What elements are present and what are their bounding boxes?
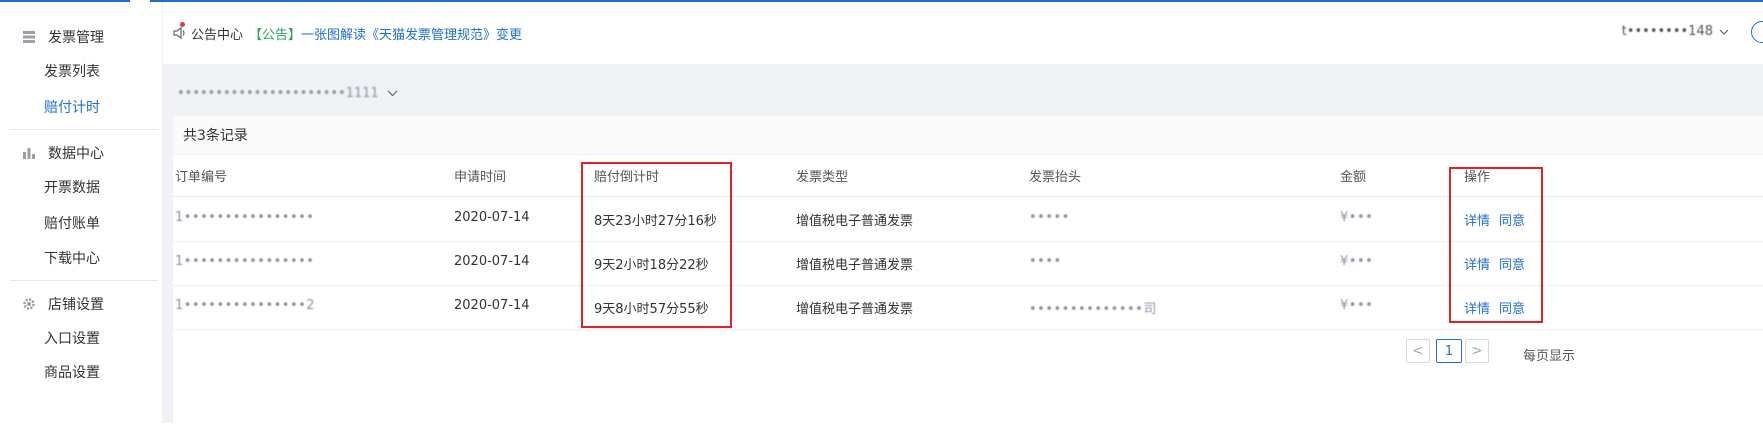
help-icon[interactable] <box>1751 21 1763 43</box>
sidebar-group-data-center[interactable]: 数据中心 <box>20 143 104 163</box>
sidebar-divider <box>10 280 158 281</box>
main-content: 公告中心 【公告】 一张图解读《天猫发票管理规范》变更 t••••••••148… <box>163 2 1763 436</box>
chevron-down-icon <box>387 86 398 101</box>
gear-icon <box>20 295 38 313</box>
sidebar-item-product-settings[interactable]: 商品设置 <box>44 363 100 383</box>
invoice-type: 增值税电子普通发票 <box>796 302 914 317</box>
chevron-left-icon: < <box>1412 343 1424 359</box>
invoice-title: ••••••••••••••司 <box>1029 302 1157 317</box>
per-page-label: 每页显示 <box>1523 349 1576 364</box>
col-invoice-title: 发票抬头 <box>1029 170 1082 185</box>
shop-selector[interactable]: ••••••••••••••••••••••1111 <box>177 82 398 104</box>
sidebar-item-compensation-timer[interactable]: 赔付计时 <box>44 98 100 118</box>
apply-time: 2020-07-14 <box>454 254 530 269</box>
sidebar-divider <box>10 129 158 130</box>
next-page-button[interactable]: > <box>1465 339 1489 363</box>
header-bar: 公告中心 【公告】 一张图解读《天猫发票管理规范》变更 t••••••••148 <box>163 2 1763 64</box>
record-count: 共3条记录 <box>183 128 248 144</box>
invoice-type: 增值税电子普通发票 <box>796 258 914 273</box>
invoice-title: ••••• <box>1029 210 1070 225</box>
user-name: t••••••••148 <box>1621 24 1713 39</box>
action-highlight-box <box>1449 167 1543 323</box>
chevron-down-icon <box>1719 24 1729 39</box>
col-invoice-type: 发票类型 <box>796 170 849 185</box>
bar-chart-icon <box>20 144 38 162</box>
notice-bar: 公告中心 【公告】 一张图解读《天猫发票管理规范》变更 <box>173 22 522 44</box>
sidebar-item-entry-settings[interactable]: 入口设置 <box>44 329 100 349</box>
amount: ¥••• <box>1340 298 1374 313</box>
apply-time: 2020-07-14 <box>454 298 530 313</box>
order-no: 1•••••••••••••••2 <box>175 298 316 313</box>
user-menu[interactable]: t••••••••148 <box>1622 24 1729 39</box>
sidebar: 发票管理 发票列表 赔付计时 数据中心 开票数据 赔付账单 下载中心 店铺设置 … <box>0 2 163 423</box>
chevron-right-icon: > <box>1471 343 1483 359</box>
unread-dot <box>180 22 185 27</box>
countdown-highlight-box <box>581 162 732 328</box>
invoice-icon <box>20 28 38 46</box>
records-card-header: 共3条记录 <box>173 116 1763 155</box>
shop-name: ••••••••••••••••••••••1111 <box>177 85 379 101</box>
col-apply-time: 申请时间 <box>454 170 507 185</box>
sidebar-item-invoice-list[interactable]: 发票列表 <box>44 62 100 82</box>
sidebar-group-label: 店铺设置 <box>48 297 104 313</box>
amount: ¥••• <box>1340 210 1374 225</box>
sidebar-item-download-center[interactable]: 下载中心 <box>44 249 100 269</box>
sidebar-group-invoice[interactable]: 发票管理 <box>20 27 104 47</box>
invoice-title: •••• <box>1029 254 1062 269</box>
page-number-current[interactable]: 1 <box>1436 339 1462 363</box>
notice-tag: 【公告】 <box>249 27 302 43</box>
apply-time: 2020-07-14 <box>454 210 530 225</box>
sidebar-group-shop-settings[interactable]: 店铺设置 <box>20 294 104 314</box>
sidebar-group-label: 发票管理 <box>48 30 104 46</box>
col-order-no: 订单编号 <box>175 170 228 185</box>
amount: ¥••• <box>1340 254 1374 269</box>
sidebar-item-invoicing-data[interactable]: 开票数据 <box>44 178 100 198</box>
order-no: 1•••••••••••••••• <box>175 254 315 269</box>
order-no: 1•••••••••••••••• <box>175 210 315 225</box>
col-amount: 金额 <box>1340 170 1367 185</box>
notice-link[interactable]: 一张图解读《天猫发票管理规范》变更 <box>301 24 522 43</box>
invoice-type: 增值税电子普通发票 <box>796 214 914 229</box>
sidebar-group-label: 数据中心 <box>48 146 104 162</box>
notice-center-label[interactable]: 公告中心 <box>191 24 243 43</box>
prev-page-button[interactable]: < <box>1406 339 1430 363</box>
sidebar-item-compensation-bill[interactable]: 赔付账单 <box>44 214 100 234</box>
speaker-icon <box>173 22 187 40</box>
